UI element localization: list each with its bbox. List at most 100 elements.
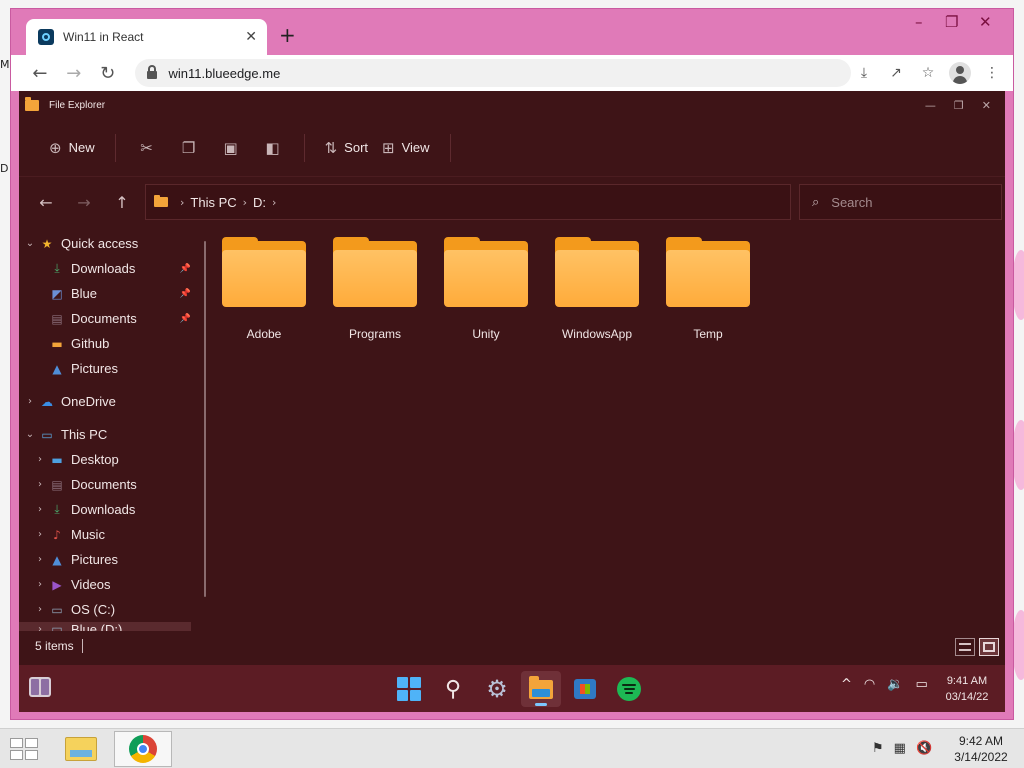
address-bar[interactable]: win11.blueedge.me (134, 59, 851, 87)
maximize-button[interactable]: ❐ (945, 13, 958, 31)
chevron-right-icon[interactable]: › (31, 604, 49, 615)
breadcrumb-this-pc[interactable]: This PC (190, 195, 236, 210)
view-grid-icon: ⊞ (382, 138, 395, 157)
minimize-button[interactable]: – (915, 13, 923, 31)
taskbar-search-button[interactable]: ⚲ (433, 671, 473, 707)
explorer-address-bar[interactable]: › This PC › D: › (145, 184, 791, 220)
paste-icon[interactable]: ▣ (210, 133, 252, 163)
sort-label: Sort (344, 140, 369, 155)
sidebar-item[interactable]: › ▭ OS (C:) (19, 597, 191, 622)
explorer-search-input[interactable]: ⌕ Search (799, 184, 1002, 220)
sort-icon: ⇅ (324, 138, 338, 157)
settings-button[interactable]: ⚙ (477, 671, 517, 707)
sidebar-item[interactable]: › ⤓ Downloads (19, 497, 191, 522)
host-chrome-button[interactable] (114, 731, 172, 767)
explorer-back-icon[interactable]: ← (27, 187, 65, 217)
new-tab-button[interactable]: + (279, 25, 296, 45)
network-icon[interactable]: ▦ (894, 741, 906, 756)
chevron-down-icon[interactable]: ⌄ (21, 238, 39, 249)
chevron-right-icon[interactable]: › (31, 504, 49, 515)
store-button[interactable] (565, 671, 605, 707)
more-icon[interactable]: ⋮ (979, 60, 1005, 86)
sidebar-item-label: Quick access (61, 236, 139, 251)
chevron-right-icon[interactable]: › (31, 554, 49, 565)
host-clock[interactable]: 9:42 AM 3/14/2022 (946, 733, 1016, 765)
spotify-button[interactable] (609, 671, 649, 707)
sidebar-item[interactable]: ▲ Pictures (19, 356, 191, 381)
sort-button[interactable]: ⇅ Sort (315, 133, 378, 163)
sidebar-item[interactable]: › ▤ Documents (19, 472, 191, 497)
flag-icon[interactable]: ⚑ (872, 741, 884, 756)
sidebar-scrollbar[interactable] (204, 241, 206, 597)
folder-item[interactable]: Temp (658, 237, 758, 341)
profile-button[interactable] (947, 60, 973, 86)
details-view-icon[interactable] (955, 638, 975, 656)
win11-time: 9:41 AM (946, 675, 988, 687)
sidebar-item[interactable]: › ▶ Videos (19, 572, 191, 597)
volume-icon[interactable]: 🔉 (887, 677, 903, 692)
desktop-fragment-d: D (0, 162, 9, 175)
sidebar-item[interactable]: ◩ Blue 📌 (19, 281, 191, 306)
sidebar-item-label: Documents (71, 311, 137, 326)
chevron-right-icon[interactable]: › (31, 479, 49, 490)
sidebar-item[interactable]: ⌄ ★ Quick access (19, 231, 191, 256)
explorer-up-icon[interactable]: ↑ (103, 187, 141, 217)
explorer-forward-icon[interactable]: → (65, 187, 103, 217)
tab-close-icon[interactable]: ✕ (245, 29, 257, 45)
chevron-right-icon[interactable]: › (31, 529, 49, 540)
widgets-icon[interactable] (29, 677, 51, 697)
search-icon: ⌕ (812, 194, 820, 210)
folder-item[interactable]: Unity (436, 237, 536, 341)
win11-clock[interactable]: 9:41 AM 03/14/22 (937, 673, 997, 705)
cut-icon[interactable]: ✂ (126, 133, 168, 163)
view-label: View (401, 140, 430, 155)
chevron-down-icon[interactable]: ⌄ (21, 429, 39, 440)
windows-start-icon[interactable] (10, 738, 38, 760)
chevron-right-icon[interactable]: › (21, 396, 39, 407)
back-icon[interactable]: ← (25, 58, 55, 88)
chevron-up-icon[interactable]: ^ (841, 677, 852, 692)
folder-name: Programs (348, 327, 401, 341)
share-icon[interactable]: ↗ (883, 60, 909, 86)
chevron-right-icon[interactable]: › (31, 454, 49, 465)
volume-muted-icon[interactable]: 🔇 (916, 741, 932, 756)
sidebar-item[interactable]: › ☁ OneDrive (19, 389, 191, 414)
chevron-right-icon[interactable]: › (31, 624, 49, 632)
sidebar-item[interactable]: › ♪ Music (19, 522, 191, 547)
file-explorer-taskbar-button[interactable] (521, 671, 561, 707)
explorer-minimize-button[interactable]: — (925, 99, 936, 112)
copy-icon[interactable]: ❐ (168, 133, 210, 163)
file-explorer-icon (65, 737, 97, 761)
sidebar-item[interactable]: ⤓ Downloads 📌 (19, 256, 191, 281)
sidebar-item[interactable]: › ▭ Blue (D:) (19, 622, 191, 631)
folder-item[interactable]: Adobe (214, 237, 314, 341)
folder-item[interactable]: WindowsApp (547, 237, 647, 341)
wifi-icon[interactable]: ◠ (864, 677, 875, 692)
chevron-right-icon[interactable]: › (31, 579, 49, 590)
start-button[interactable] (389, 671, 429, 707)
battery-icon[interactable]: ▭ (915, 677, 927, 692)
tiles-view-icon[interactable] (979, 638, 999, 656)
breadcrumb-d-drive[interactable]: D: (253, 195, 266, 210)
explorer-maximize-button[interactable]: ❐ (954, 99, 964, 112)
star-icon[interactable]: ☆ (915, 60, 941, 86)
close-window-button[interactable]: ✕ (979, 13, 992, 31)
reload-icon[interactable]: ↻ (93, 58, 123, 88)
rename-icon[interactable]: ◧ (252, 133, 294, 163)
host-explorer-button[interactable] (52, 731, 110, 767)
lock-icon (146, 65, 157, 79)
new-button[interactable]: ⊕ New (39, 133, 105, 163)
sidebar-item[interactable]: ▬ Github (19, 331, 191, 356)
sidebar-item[interactable]: ⌄ ▭ This PC (19, 422, 191, 447)
sidebar-item[interactable]: › ▬ Desktop (19, 447, 191, 472)
sidebar-item[interactable]: ▤ Documents 📌 (19, 306, 191, 331)
folder-item[interactable]: Programs (325, 237, 425, 341)
folder-name: WindowsApp (561, 327, 633, 341)
explorer-close-button[interactable]: ✕ (982, 99, 991, 112)
forward-icon[interactable]: → (59, 58, 89, 88)
view-button[interactable]: ⊞ View (378, 133, 440, 163)
browser-tab[interactable]: Win11 in React ✕ (26, 19, 267, 55)
sidebar-item[interactable]: › ▲ Pictures (19, 547, 191, 572)
install-icon[interactable]: ⤓ (851, 60, 877, 86)
